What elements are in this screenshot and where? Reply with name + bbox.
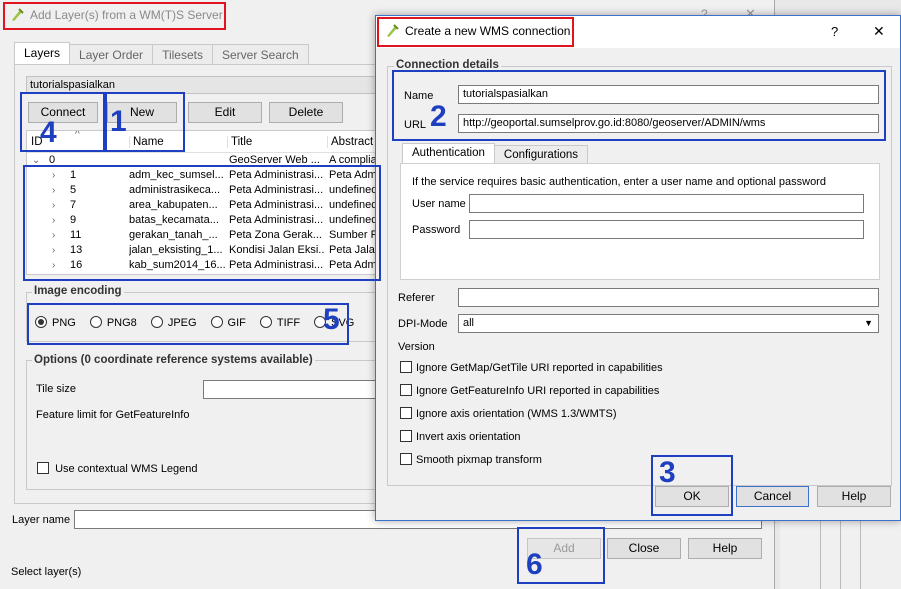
checkbox-label: Smooth pixmap transform	[416, 454, 542, 466]
dpi-mode-label: DPI-Mode	[398, 318, 448, 330]
option-checkbox[interactable]: Ignore GetMap/GetTile URI reported in ca…	[400, 361, 663, 374]
tab-layers[interactable]: Layers	[14, 42, 71, 64]
option-checkbox[interactable]: Invert axis orientation	[400, 430, 521, 443]
dpi-mode-value: all	[463, 317, 475, 329]
password-input[interactable]	[469, 220, 864, 239]
highlight-image-encoding	[27, 303, 349, 345]
option-checkbox[interactable]: Smooth pixmap transform	[400, 453, 542, 466]
checkbox-icon	[400, 407, 412, 419]
tab-server-search[interactable]: Server Search	[211, 44, 309, 64]
version-label: Version	[398, 341, 435, 353]
referer-label: Referer	[398, 292, 435, 304]
contextual-legend-label: Use contextual WMS Legend	[55, 463, 198, 475]
checkbox-label: Ignore GetMap/GetTile URI reported in ca…	[416, 362, 663, 374]
tab-configurations[interactable]: Configurations	[493, 145, 589, 165]
tile-size-input[interactable]	[203, 380, 383, 399]
tab-tilesets[interactable]: Tilesets	[152, 44, 213, 64]
help-icon[interactable]: ?	[831, 24, 838, 39]
cancel-button[interactable]: Cancel	[736, 486, 809, 507]
user-name-label: User name	[412, 198, 466, 210]
column-title[interactable]: Title	[227, 136, 252, 148]
options-title: Options (0 coordinate reference systems …	[32, 354, 315, 366]
checkbox-label: Ignore GetFeatureInfo URI reported in ca…	[416, 385, 660, 397]
annotation-2: 2	[430, 100, 447, 133]
option-checkbox[interactable]: Ignore axis orientation (WMS 1.3/WMTS)	[400, 407, 617, 420]
edit-button[interactable]: Edit	[188, 102, 262, 123]
option-checkbox[interactable]: Ignore GetFeatureInfo URI reported in ca…	[400, 384, 659, 397]
password-label: Password	[412, 224, 461, 236]
tile-size-label: Tile size	[36, 383, 76, 395]
checkbox-icon	[400, 453, 412, 465]
annotation-3: 3	[659, 456, 676, 489]
feature-limit-label: Feature limit for GetFeatureInfo	[36, 409, 190, 421]
annotation-6: 6	[526, 548, 543, 581]
checkbox-icon	[400, 430, 412, 442]
tab-layer-order[interactable]: Layer Order	[69, 44, 154, 64]
checkbox-label: Invert axis orientation	[416, 431, 521, 443]
close-icon[interactable]: ✕	[873, 23, 885, 40]
auth-info-text: If the service requires basic authentica…	[412, 176, 826, 188]
user-name-input[interactable]	[469, 194, 864, 213]
highlight-connect-button	[20, 92, 105, 152]
referer-input[interactable]	[458, 288, 879, 307]
highlight-dialog-title	[377, 17, 574, 47]
annotation-4: 4	[40, 116, 57, 149]
highlight-bg-title	[3, 2, 226, 30]
layer-name-label: Layer name	[12, 514, 71, 526]
annotation-5: 5	[323, 303, 340, 336]
highlight-layer-list	[23, 165, 381, 281]
checkbox-label: Ignore axis orientation (WMS 1.3/WMTS)	[416, 408, 617, 420]
chevron-down-icon: ▼	[864, 318, 873, 328]
close-button[interactable]: Close	[607, 538, 681, 559]
tab-authentication[interactable]: Authentication	[402, 143, 495, 165]
status-text: Select layer(s)	[11, 566, 82, 578]
tab-bar: Layers Layer Order Tilesets Server Searc…	[14, 42, 309, 64]
dpi-mode-select[interactable]: all ▼	[458, 314, 879, 333]
help-button[interactable]: Help	[688, 538, 762, 559]
annotation-1: 1	[110, 105, 127, 138]
background-app-area	[780, 520, 901, 589]
help-button[interactable]: Help	[817, 486, 891, 507]
contextual-legend-checkbox[interactable]: Use contextual WMS Legend	[37, 462, 198, 475]
auth-tab-bar: Authentication Configurations	[402, 143, 589, 165]
delete-button[interactable]: Delete	[269, 102, 343, 123]
image-encoding-title: Image encoding	[32, 285, 124, 297]
checkbox-icon	[400, 384, 412, 396]
column-abstract[interactable]: Abstract	[327, 136, 373, 148]
highlight-name-url	[392, 70, 886, 141]
checkbox-icon	[400, 361, 412, 373]
